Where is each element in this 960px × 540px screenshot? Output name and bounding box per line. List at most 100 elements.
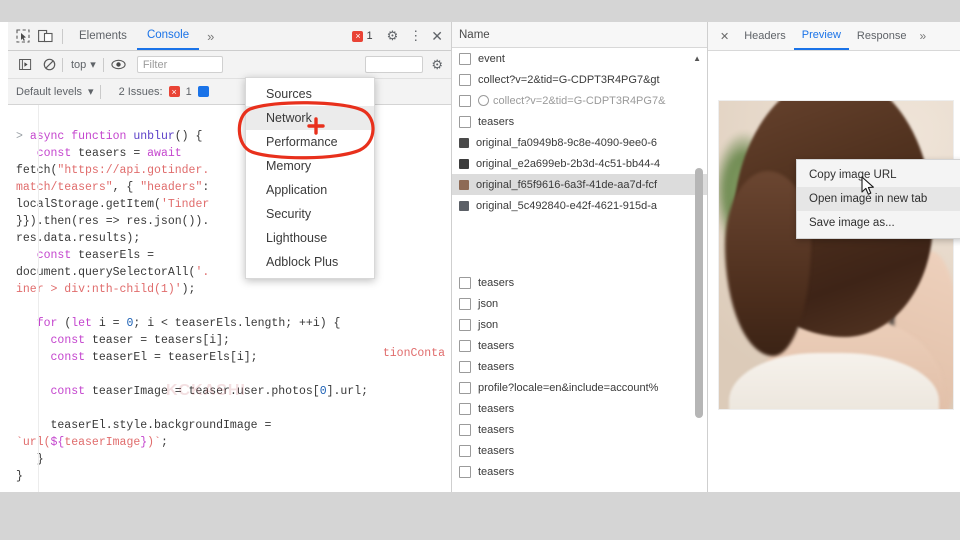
scroll-up-arrow-icon[interactable]: ▲ xyxy=(693,54,701,63)
row-checkbox[interactable] xyxy=(459,465,471,478)
network-list-scrollbar[interactable] xyxy=(695,168,703,418)
close-request-details-icon[interactable]: ✕ xyxy=(713,30,736,43)
preview-tabbar: ✕ Headers Preview Response » xyxy=(708,22,960,51)
network-requests-panel: Name ▲ event collect?v=2&tid=G-CDPT3R4PG… xyxy=(452,22,708,492)
context-caret-icon[interactable]: ▾ xyxy=(90,58,103,71)
context-menu-open-image-new-tab[interactable]: Open image in new tab xyxy=(797,187,960,211)
table-row-selected[interactable]: original_f65f9616-6a3f-41de-aa7d-fcf xyxy=(452,174,707,195)
table-row[interactable]: original_e2a699eb-2b3d-4c51-bb44-4 xyxy=(452,153,707,174)
execution-context-label[interactable]: top xyxy=(63,59,90,71)
close-devtools-icon[interactable]: ✕ xyxy=(427,28,451,45)
request-name: json xyxy=(478,318,499,331)
row-checkbox[interactable] xyxy=(459,52,471,65)
clear-console-icon[interactable] xyxy=(37,58,62,71)
row-checkbox[interactable] xyxy=(459,444,471,457)
issues-label[interactable]: 2 Issues: xyxy=(119,86,163,98)
table-row[interactable]: teasers xyxy=(452,272,707,293)
request-name: json xyxy=(478,297,499,310)
error-badge[interactable]: × 1 xyxy=(352,30,373,42)
levels-divider xyxy=(99,84,101,99)
devtools-console-panel: Elements Console » × 1 ⚙ ⋮ ✕ top ▾ Filte… xyxy=(8,22,452,492)
table-row[interactable]: original_5c492840-e42f-4621-915d-a xyxy=(452,195,707,216)
row-checkbox[interactable] xyxy=(459,318,471,331)
image-thumbnail-icon xyxy=(459,137,469,148)
table-row[interactable]: original_fa0949b8-9c8e-4090-9ee0-6 xyxy=(452,132,707,153)
menu-item-network[interactable]: Network xyxy=(246,106,374,130)
eye-icon[interactable] xyxy=(104,59,133,70)
preview-image[interactable] xyxy=(718,100,954,410)
menu-item-security[interactable]: Security xyxy=(246,202,374,226)
settings-gear-icon[interactable]: ⚙ xyxy=(381,28,405,44)
request-name: teasers xyxy=(478,402,515,415)
pending-clock-icon xyxy=(478,95,489,106)
menu-item-lighthouse[interactable]: Lighthouse xyxy=(246,226,374,250)
table-row[interactable]: collect?v=2&tid=G-CDPT3R4PG7&gt xyxy=(452,69,707,90)
more-tabs-dropdown-menu[interactable]: Sources Network Performance Memory Appli… xyxy=(245,77,375,279)
execute-icon[interactable] xyxy=(14,58,37,71)
menu-item-application[interactable]: Application xyxy=(246,178,374,202)
table-row[interactable]: teasers xyxy=(452,398,707,419)
table-row[interactable]: event xyxy=(452,48,707,69)
kebab-menu-icon[interactable]: ⋮ xyxy=(404,29,427,42)
table-row[interactable]: collect?v=2&tid=G-CDPT3R4PG7& xyxy=(452,90,707,111)
table-row[interactable]: teasers xyxy=(452,335,707,356)
menu-item-adblock-plus[interactable]: Adblock Plus xyxy=(246,250,374,274)
row-checkbox[interactable] xyxy=(459,73,471,86)
more-preview-tabs-chevron-icon[interactable]: » xyxy=(914,29,931,43)
console-output[interactable]: > async function unblur() { const teaser… xyxy=(8,105,451,492)
table-row[interactable]: teasers xyxy=(452,356,707,377)
request-name: teasers xyxy=(478,115,515,128)
menu-item-performance[interactable]: Performance xyxy=(246,130,374,154)
table-row[interactable]: profile?locale=en&include=account% xyxy=(452,377,707,398)
row-checkbox[interactable] xyxy=(459,276,471,289)
request-name: collect?v=2&tid=G-CDPT3R4PG7&gt xyxy=(478,73,660,86)
device-toolbar-icon[interactable] xyxy=(34,25,56,47)
row-checkbox[interactable] xyxy=(459,360,471,373)
tab-headers[interactable]: Headers xyxy=(736,22,794,50)
table-row[interactable]: teasers xyxy=(452,419,707,440)
image-thumbnail-icon xyxy=(459,200,469,211)
table-row[interactable]: teasers xyxy=(452,440,707,461)
default-levels-label[interactable]: Default levels xyxy=(16,86,82,98)
levels-caret-icon[interactable]: ▾ xyxy=(88,85,94,98)
table-row[interactable]: teasers xyxy=(452,461,707,482)
console-gutter-divider xyxy=(38,105,39,492)
tab-response[interactable]: Response xyxy=(849,22,915,50)
table-row[interactable]: json xyxy=(452,314,707,335)
preview-body: Copy image URL Open image in new tab Sav… xyxy=(708,51,960,492)
row-checkbox[interactable] xyxy=(459,339,471,352)
request-name: teasers xyxy=(478,423,515,436)
secondary-filter-input[interactable] xyxy=(365,56,424,73)
error-icon: × xyxy=(352,30,364,42)
context-menu-copy-image-url[interactable]: Copy image URL xyxy=(797,163,960,187)
row-checkbox[interactable] xyxy=(459,94,471,107)
tab-console[interactable]: Console xyxy=(136,22,200,50)
tab-elements[interactable]: Elements xyxy=(69,22,137,50)
issues-info-icon xyxy=(197,86,209,97)
table-row[interactable]: json xyxy=(452,293,707,314)
tab-preview[interactable]: Preview xyxy=(793,22,849,50)
table-row[interactable]: teasers xyxy=(452,111,707,132)
row-checkbox[interactable] xyxy=(459,297,471,310)
request-name: teasers xyxy=(478,465,515,478)
more-tabs-chevron-icon[interactable]: » xyxy=(199,29,222,44)
console-settings-gear-icon[interactable]: ⚙ xyxy=(423,57,451,73)
menu-item-sources[interactable]: Sources xyxy=(246,82,374,106)
request-name: profile?locale=en&include=account% xyxy=(478,381,659,394)
request-name: teasers xyxy=(478,339,515,352)
column-header-name: Name xyxy=(459,28,490,41)
row-checkbox[interactable] xyxy=(459,423,471,436)
row-checkbox[interactable] xyxy=(459,115,471,128)
context-menu-save-image-as[interactable]: Save image as... xyxy=(797,211,960,235)
error-count: 1 xyxy=(366,30,373,42)
row-checkbox[interactable] xyxy=(459,402,471,415)
menu-item-memory[interactable]: Memory xyxy=(246,154,374,178)
filter-input[interactable]: Filter xyxy=(136,56,223,73)
network-request-list[interactable]: ▲ event collect?v=2&tid=G-CDPT3R4PG7&gt … xyxy=(452,48,707,492)
watermark-overlay: KCKASHI xyxy=(166,382,246,399)
image-context-menu[interactable]: Copy image URL Open image in new tab Sav… xyxy=(796,159,960,239)
inspect-element-icon[interactable] xyxy=(12,25,34,47)
image-thumbnail-icon xyxy=(459,179,469,190)
row-checkbox[interactable] xyxy=(459,381,471,394)
network-column-header[interactable]: Name xyxy=(452,22,707,48)
